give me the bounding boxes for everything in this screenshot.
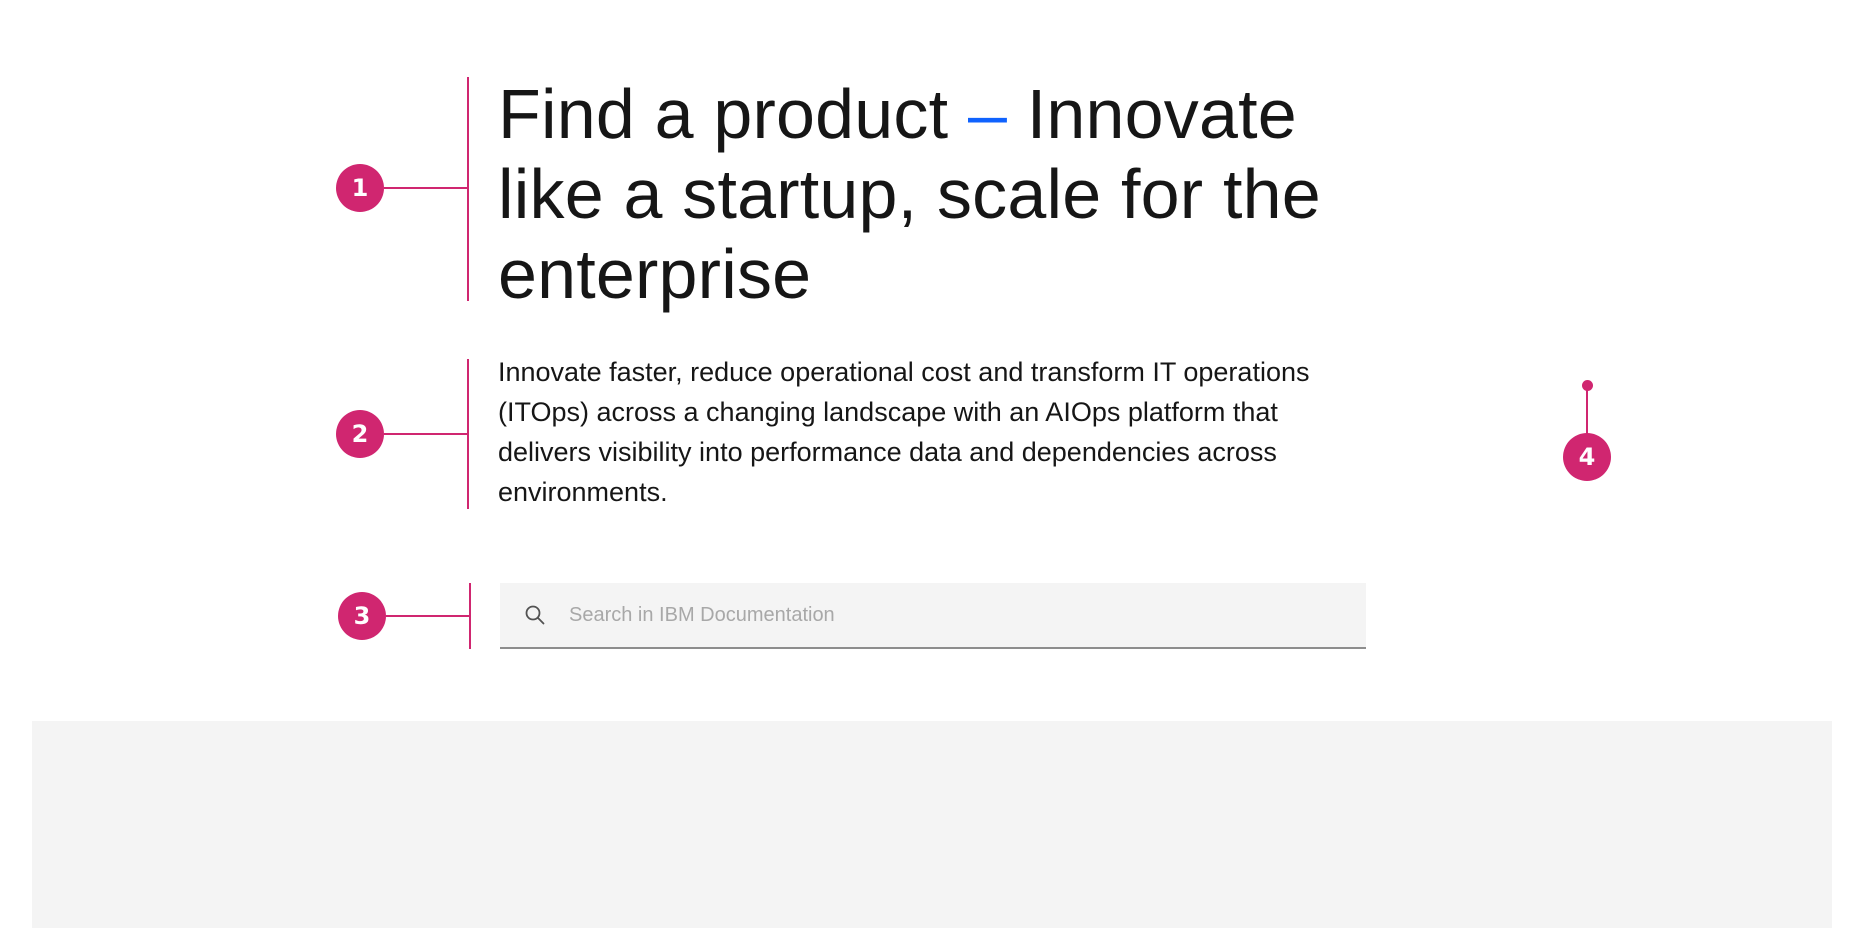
annotation-1-bracket <box>467 77 469 301</box>
annotation-2-badge: 2 <box>336 410 384 458</box>
annotation-3-badge: 3 <box>338 592 386 640</box>
annotation-3-leader <box>386 615 470 617</box>
title-part-1: Find a product <box>498 75 968 153</box>
annotation-1-badge: 1 <box>336 164 384 212</box>
content-band <box>32 721 1832 928</box>
search-icon <box>523 603 547 627</box>
page-title: Find a product – Innovate like a startup… <box>498 74 1358 314</box>
search-field[interactable] <box>500 583 1366 649</box>
page-canvas: Find a product – Innovate like a startup… <box>0 0 1856 928</box>
annotation-4-leader <box>1586 385 1588 435</box>
annotation-1-leader <box>384 187 468 189</box>
page-description: Innovate faster, reduce operational cost… <box>498 357 1310 507</box>
annotation-4-badge: 4 <box>1563 433 1611 481</box>
search-input[interactable] <box>569 603 1329 627</box>
annotation-2-leader <box>384 433 468 435</box>
title-dash: – <box>967 75 1008 153</box>
